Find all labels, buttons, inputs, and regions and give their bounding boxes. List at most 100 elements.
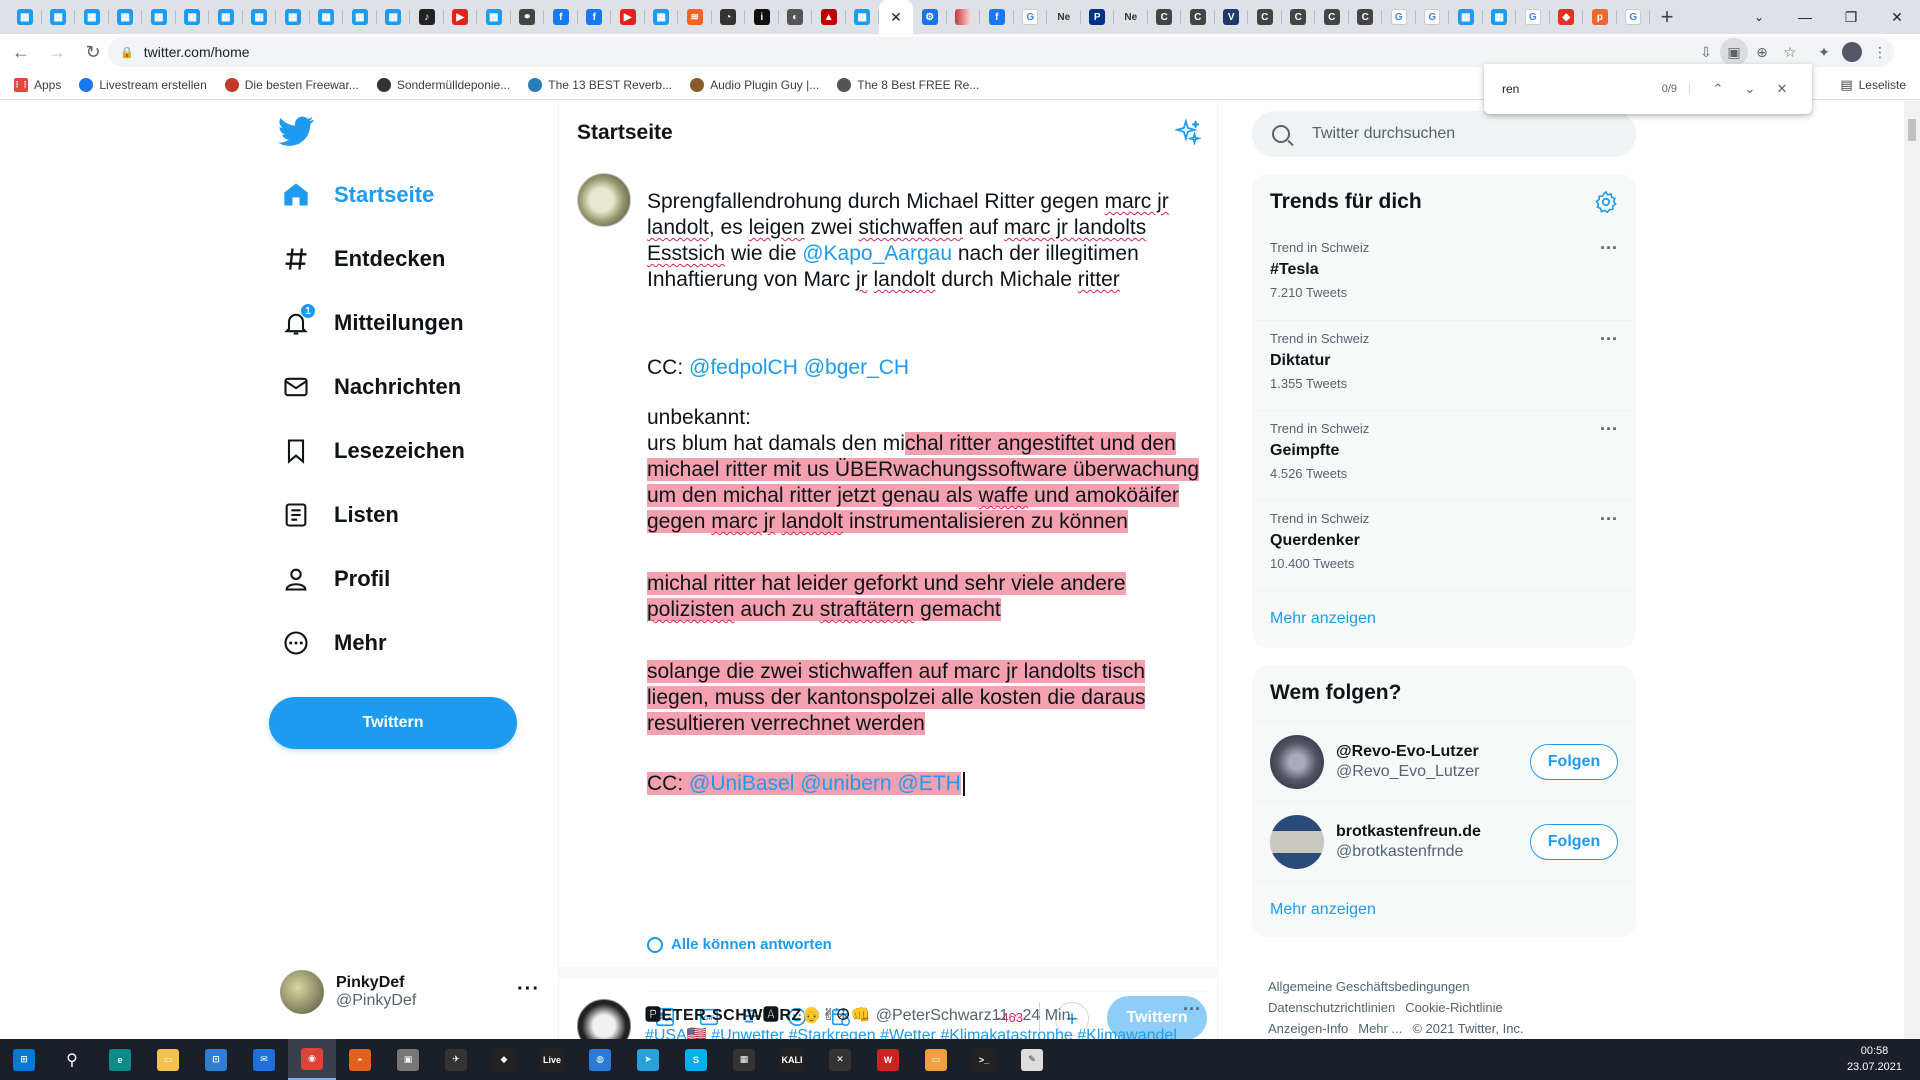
bookmark-item[interactable]: Audio Plugin Guy |... [690,77,819,92]
browser-tab[interactable]: ⚙ [913,0,947,34]
browser-tab[interactable]: ♪ [410,0,444,34]
browser-tab[interactable]: C [1181,0,1215,34]
browser-tab[interactable] [947,0,981,34]
tweet-button[interactable]: Twittern [269,697,517,749]
privacy-link[interactable]: Datenschutzrichtlinien [1268,1000,1395,1015]
system-clock[interactable]: 00:58 23.07.2021 [1847,1043,1902,1075]
taskbar-item[interactable]: ▣ [384,1039,432,1080]
cookie-link[interactable]: Cookie-Richtlinie [1405,1000,1503,1015]
browser-tab[interactable]: ◔ [712,0,746,34]
browser-tab[interactable]: ▦ [377,0,411,34]
bookmark-item[interactable]: Livestream erstellen [79,77,207,92]
browser-tab[interactable]: ▦ [75,0,109,34]
find-in-page-icon[interactable]: ▣ [1720,38,1748,66]
taskbar-item[interactable]: ◆ [480,1039,528,1080]
extensions-icon[interactable]: ✦ [1810,38,1838,66]
reading-list-button[interactable]: ▤ Leseliste [1840,70,1906,100]
back-icon[interactable]: ← [6,37,36,67]
address-bar[interactable]: 🔒 twitter.com/home ⇩ ▣ ⊕ ☆ ✦ ⋮ [108,37,1894,67]
browser-tab[interactable]: f [544,0,578,34]
browser-tab[interactable]: ▦ [276,0,310,34]
profile-avatar[interactable] [1838,38,1866,66]
browser-tab[interactable]: ▶ [611,0,645,34]
search-input[interactable]: Twitter durchsuchen [1252,111,1636,157]
follow-name[interactable]: @Revo-Evo-Lutzer [1336,743,1479,761]
browser-tab[interactable]: G [1014,0,1048,34]
browser-tab[interactable]: G [1617,0,1651,34]
browser-tab[interactable]: C [1248,0,1282,34]
trend-item[interactable]: Trend in Schweiz Geimpfte 4.526 Tweets ··· [1252,410,1636,500]
browser-tab[interactable]: Ne [1114,0,1148,34]
tab-active[interactable]: ✕ [879,0,913,34]
bookmark-item[interactable]: ⋮⋮ Apps [13,77,61,92]
show-more-link[interactable]: Mehr anzeigen [1252,590,1636,646]
browser-tab[interactable]: C [1315,0,1349,34]
browser-tab[interactable]: ▦ [8,0,42,34]
browser-tab[interactable]: C [1349,0,1383,34]
browser-tab[interactable]: G [1382,0,1416,34]
taskbar-item[interactable]: ⚲ [48,1039,96,1080]
browser-tab[interactable]: i [745,0,779,34]
follow-suggestion[interactable]: @Revo-Evo-Lutzer @Revo_Evo_Lutzer Folgen [1252,721,1636,801]
new-tab-button[interactable]: + [1650,0,1684,34]
scrollbar-thumb[interactable] [1908,119,1916,141]
nav-item-list[interactable]: Listen [280,490,399,540]
find-next-icon[interactable]: ⌄ [1734,81,1766,97]
browser-tab[interactable]: ▦ [1449,0,1483,34]
browser-tab[interactable]: ▦ [645,0,679,34]
reload-icon[interactable]: ↻ [78,37,108,67]
sparkle-icon[interactable] [1175,119,1201,145]
browser-tab[interactable]: G [1516,0,1550,34]
compose-textarea[interactable]: Sprengfallendrohung durch Michael Ritter… [647,189,1207,797]
taskbar-item[interactable]: ✕ [816,1039,864,1080]
browser-tab[interactable]: ▦ [310,0,344,34]
ads-info-link[interactable]: Anzeigen-Info [1268,1021,1348,1036]
bookmark-item[interactable]: The 13 BEST Reverb... [528,77,672,92]
more-dots-icon[interactable]: ··· [1600,238,1618,259]
nav-item-bookmark[interactable]: Lesezeichen [280,426,465,476]
browser-tab[interactable]: p [1583,0,1617,34]
taskbar-item[interactable]: KALI [768,1039,816,1080]
more-dots-icon[interactable]: ··· [1600,509,1618,530]
taskbar-item[interactable]: ▦ [720,1039,768,1080]
browser-tab[interactable]: ▦ [846,0,880,34]
find-close-icon[interactable]: ✕ [1766,81,1798,97]
avatar[interactable] [1270,734,1324,789]
tweet-author-name[interactable]: 🅿ETER-SCHW🅰RZ👴✌☮👊 [645,1007,871,1024]
browser-tab[interactable]: ▶ [444,0,478,34]
bookmark-item[interactable]: Die besten Freewar... [224,77,359,92]
account-switcher[interactable]: PinkyDef @PinkyDef ··· [280,966,540,1018]
taskbar-item[interactable]: ◍ [576,1039,624,1080]
find-prev-icon[interactable]: ⌃ [1702,81,1734,97]
browser-tab[interactable]: ▦ [1483,0,1517,34]
browser-tab[interactable]: ▦ [209,0,243,34]
twitter-logo-icon[interactable] [278,113,314,149]
nav-item-bell[interactable]: 1 Mitteilungen [280,298,464,348]
mention-link[interactable]: @UniBasel [689,772,794,795]
tweet-author-handle[interactable]: @PeterSchwarz11 [876,1007,1008,1024]
taskbar-item[interactable]: Live [528,1039,576,1080]
browser-tab[interactable]: ◆ [1550,0,1584,34]
page-scrollbar[interactable] [1904,101,1920,1039]
more-link[interactable]: Mehr ... [1358,1021,1402,1036]
tab-search-icon[interactable]: ⌄ [1736,0,1782,34]
more-dots-icon[interactable]: ··· [1600,329,1618,350]
mention-link[interactable]: @Kapo_Aargau [802,242,952,265]
lock-icon[interactable]: 🔒 [120,46,134,59]
browser-tab[interactable]: ▲ [812,0,846,34]
browser-tab[interactable]: ▦ [343,0,377,34]
browser-tab[interactable]: C [1148,0,1182,34]
follow-name[interactable]: brotkastenfreun.de [1336,823,1481,841]
trend-item[interactable]: Trend in Schweiz Querdenker 10.400 Tweets ·… [1252,500,1636,590]
zoom-icon[interactable]: ⊕ [1748,38,1776,66]
more-dots-icon[interactable]: ··· [517,978,540,1001]
nav-item-home[interactable]: Startseite [280,170,434,220]
browser-tab[interactable]: ◐ [779,0,813,34]
browser-tab[interactable]: ▦ [243,0,277,34]
menu-kebab-icon[interactable]: ⋮ [1866,38,1894,66]
taskbar-item[interactable]: e [96,1039,144,1080]
browser-tab[interactable]: Ne [1047,0,1081,34]
browser-tab[interactable]: f [980,0,1014,34]
browser-tab[interactable]: ▦ [42,0,76,34]
tweet-item[interactable]: 🅿ETER-SCHW🅰RZ👴✌☮👊 @PeterSchwarz11 · 24 M… [559,991,1219,1053]
